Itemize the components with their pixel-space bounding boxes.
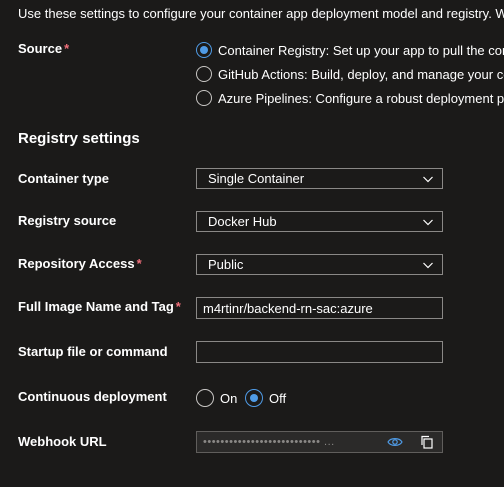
- required-marker: *: [64, 41, 70, 56]
- startup-command-label: Startup file or command: [18, 344, 168, 359]
- radio-button-selected[interactable]: [245, 389, 263, 407]
- webhook-url-label: Webhook URL: [18, 434, 107, 449]
- chevron-down-icon: [423, 176, 433, 182]
- registry-source-select[interactable]: Docker Hub: [196, 211, 443, 232]
- registry-settings-title: Registry settings: [18, 130, 140, 147]
- webhook-url-masked-value: ••••••••••••••••••••••••••• ...: [203, 436, 335, 448]
- continuous-deployment-label: Continuous deployment: [18, 389, 167, 404]
- chevron-down-icon: [423, 219, 433, 225]
- radio-button[interactable]: [196, 90, 212, 106]
- source-option-github-actions[interactable]: GitHub Actions: Build, deploy, and manag…: [196, 66, 504, 82]
- continuous-deployment-off[interactable]: Off: [245, 389, 286, 407]
- source-option-azure-pipelines[interactable]: Azure Pipelines: Configure a robust depl…: [196, 90, 504, 106]
- continuous-deployment-on[interactable]: On: [196, 389, 237, 407]
- image-name-input[interactable]: m4rtinr/backend-rn-sac:azure: [196, 297, 443, 319]
- radio-button[interactable]: [196, 389, 214, 407]
- intro-text: Use these settings to configure your con…: [18, 6, 504, 21]
- radio-button[interactable]: [196, 66, 212, 82]
- required-marker: *: [136, 256, 142, 271]
- show-value-eye-icon[interactable]: [386, 433, 404, 451]
- source-option-container-registry[interactable]: Container Registry: Set up your app to p…: [196, 42, 504, 58]
- repository-access-select[interactable]: Public: [196, 254, 443, 275]
- copy-to-clipboard-icon[interactable]: [418, 433, 436, 451]
- repository-access-label: Repository Access *: [18, 256, 142, 271]
- startup-command-input[interactable]: [196, 341, 443, 363]
- container-type-label: Container type: [18, 171, 110, 186]
- container-type-select[interactable]: Single Container: [196, 168, 443, 189]
- source-label: Source *: [18, 41, 70, 56]
- chevron-down-icon: [423, 262, 433, 268]
- image-name-label: Full Image Name and Tag *: [18, 299, 181, 314]
- registry-source-label: Registry source: [18, 213, 117, 228]
- radio-button-selected[interactable]: [196, 42, 212, 58]
- required-marker: *: [175, 299, 181, 314]
- webhook-url-field: ••••••••••••••••••••••••••• ...: [196, 431, 443, 453]
